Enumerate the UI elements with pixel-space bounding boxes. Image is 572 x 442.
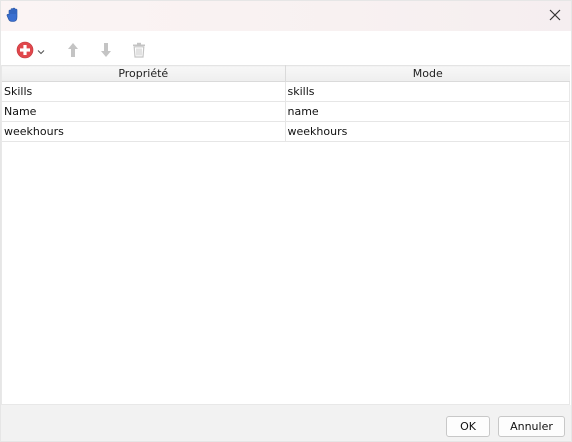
- ok-button[interactable]: OK: [446, 416, 490, 437]
- title-bar: [1, 1, 571, 31]
- table-cell-mode[interactable]: weekhours: [284, 121, 570, 142]
- close-icon: [549, 9, 561, 24]
- add-button[interactable]: [13, 40, 47, 62]
- table-row[interactable]: Name name: [2, 101, 570, 122]
- table-cell-property[interactable]: Name: [2, 101, 286, 122]
- arrow-down-icon: [100, 42, 112, 61]
- cancel-button[interactable]: Annuler: [498, 416, 565, 437]
- close-button[interactable]: [544, 5, 566, 27]
- delete-button[interactable]: [130, 40, 148, 62]
- column-header-mode[interactable]: Mode: [284, 65, 570, 82]
- toolbar: [1, 39, 571, 65]
- arrow-up-icon: [67, 42, 79, 61]
- table-row[interactable]: weekhours weekhours: [2, 121, 570, 142]
- table-row[interactable]: Skills skills: [2, 81, 570, 102]
- dialog-window: Propriété Mode Skills skills Name name w…: [0, 0, 572, 442]
- table-cell-property[interactable]: Skills: [2, 81, 286, 102]
- move-up-button[interactable]: [64, 40, 82, 62]
- chevron-down-icon[interactable]: [37, 45, 45, 58]
- table-cell-mode[interactable]: name: [284, 101, 570, 122]
- trash-icon: [132, 42, 146, 61]
- properties-table: Propriété Mode Skills skills Name name w…: [1, 65, 570, 405]
- table-cell-property[interactable]: weekhours: [2, 121, 286, 142]
- add-circle-icon: [16, 41, 34, 62]
- table-header-row: Propriété Mode: [2, 65, 570, 82]
- dialog-footer: OK Annuler: [1, 405, 571, 441]
- column-header-propriete[interactable]: Propriété: [2, 65, 286, 82]
- hand-icon: [6, 7, 20, 23]
- move-down-button[interactable]: [97, 40, 115, 62]
- table-cell-mode[interactable]: skills: [284, 81, 570, 102]
